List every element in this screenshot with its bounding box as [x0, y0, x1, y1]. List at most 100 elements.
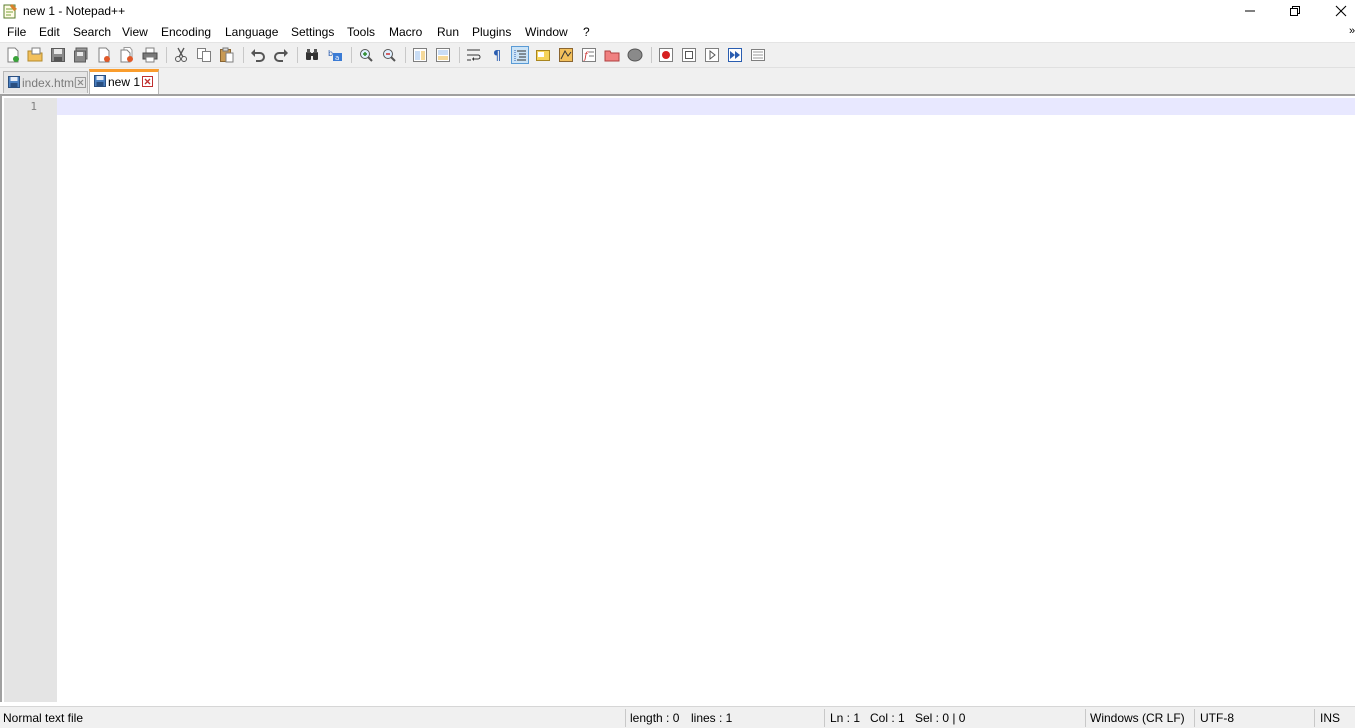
open-file-icon — [27, 47, 43, 62]
run-macro-multiple-button[interactable] — [726, 46, 744, 64]
tab-close-icon[interactable] — [75, 77, 86, 88]
save-icon — [51, 48, 65, 62]
open-file-button[interactable] — [26, 46, 44, 64]
undo-button[interactable] — [249, 46, 267, 64]
menu-search[interactable]: Search — [73, 25, 111, 39]
line-number-gutter: 1 — [4, 98, 57, 702]
status-file-type: Normal text file — [3, 711, 84, 725]
word-wrap-icon — [467, 49, 481, 61]
status-line: Ln : 1 — [830, 711, 861, 725]
folder-workspace-button[interactable] — [603, 46, 621, 64]
close-file-button[interactable] — [95, 46, 113, 64]
tab-label: index.html — [22, 76, 77, 90]
indent-guide-button[interactable] — [511, 46, 529, 64]
play-macro-button[interactable] — [703, 46, 721, 64]
status-divider — [1085, 709, 1086, 727]
minimize-button[interactable] — [1227, 0, 1273, 22]
toolbar-separator — [459, 47, 460, 63]
toolbar-separator — [351, 47, 352, 63]
save-macro-button[interactable] — [749, 46, 767, 64]
menu-run[interactable]: Run — [437, 25, 459, 39]
toolbar: ba ¶ f — [0, 42, 1355, 68]
tab-close-icon[interactable] — [142, 76, 153, 87]
print-icon — [142, 47, 158, 63]
stop-record-icon — [682, 48, 696, 62]
sync-horizontal-button[interactable] — [434, 46, 452, 64]
menu-window[interactable]: Window — [525, 25, 568, 39]
new-file-icon — [7, 47, 19, 63]
function-list-button[interactable]: f — [580, 46, 598, 64]
find-button[interactable] — [303, 46, 321, 64]
replace-button[interactable]: ba — [326, 46, 344, 64]
menu-overflow-chevron[interactable]: » — [1349, 25, 1355, 37]
close-window-button[interactable] — [1318, 0, 1355, 22]
tab-new-1[interactable]: new 1 — [89, 69, 159, 94]
monitoring-button[interactable] — [626, 46, 644, 64]
status-insert-mode[interactable]: INS — [1320, 711, 1340, 725]
status-divider — [1194, 709, 1195, 727]
close-all-icon — [120, 47, 133, 63]
current-line-highlight[interactable] — [57, 98, 1355, 115]
undo-icon — [251, 49, 265, 62]
cut-button[interactable] — [172, 46, 190, 64]
notepad-plus-plus-app-icon — [3, 4, 17, 19]
title-bar: new 1 - Notepad++ — [0, 0, 1355, 22]
save-all-button[interactable] — [72, 46, 90, 64]
save-button[interactable] — [49, 46, 67, 64]
status-divider — [824, 709, 825, 727]
svg-text:a: a — [335, 54, 339, 62]
stop-record-button[interactable] — [680, 46, 698, 64]
save-macro-icon — [751, 49, 765, 61]
indent-guide-icon — [514, 50, 526, 62]
menu-tools[interactable]: Tools — [347, 25, 375, 39]
find-icon — [306, 49, 318, 60]
doc-map-button[interactable] — [557, 46, 575, 64]
print-button[interactable] — [141, 46, 159, 64]
status-selection: Sel : 0 | 0 — [915, 711, 966, 725]
close-all-button[interactable] — [118, 46, 136, 64]
menu-settings[interactable]: Settings — [291, 25, 334, 39]
text-editor[interactable]: 1 — [0, 94, 1355, 702]
toolbar-separator — [166, 47, 167, 63]
menu-macro[interactable]: Macro — [389, 25, 422, 39]
menu-file[interactable]: File — [7, 25, 26, 39]
copy-button[interactable] — [195, 46, 213, 64]
new-file-button[interactable] — [4, 46, 22, 64]
tab-index-html[interactable]: index.html — [3, 71, 88, 93]
record-macro-button[interactable] — [657, 46, 675, 64]
window-title: new 1 - Notepad++ — [23, 4, 126, 18]
zoom-out-button[interactable] — [380, 46, 398, 64]
menu-language[interactable]: Language — [225, 25, 278, 39]
status-length: length : 0 — [630, 711, 680, 725]
line-number: 1 — [30, 100, 37, 113]
toolbar-separator — [405, 47, 406, 63]
close-icon — [1335, 5, 1347, 17]
menu-view[interactable]: View — [122, 25, 148, 39]
sync-vertical-button[interactable] — [411, 46, 429, 64]
redo-icon — [274, 49, 288, 62]
function-list-icon: f — [582, 48, 596, 62]
word-wrap-button[interactable] — [465, 46, 483, 64]
redo-button[interactable] — [272, 46, 290, 64]
tab-label: new 1 — [108, 75, 141, 89]
show-all-chars-button[interactable]: ¶ — [488, 46, 506, 64]
restore-icon — [1290, 6, 1300, 16]
save-all-icon — [74, 47, 88, 63]
status-encoding[interactable]: UTF-8 — [1200, 711, 1234, 725]
svg-text:b: b — [328, 49, 333, 58]
menu-plugins[interactable]: Plugins — [472, 25, 511, 39]
paste-button[interactable] — [218, 46, 236, 64]
zoom-in-button[interactable] — [357, 46, 375, 64]
saved-file-icon — [94, 75, 106, 87]
udl-button[interactable] — [534, 46, 552, 64]
toolbar-separator — [651, 47, 652, 63]
restore-button[interactable] — [1272, 0, 1318, 22]
sync-vertical-icon — [413, 48, 427, 62]
menu-edit[interactable]: Edit — [39, 25, 60, 39]
menu-encoding[interactable]: Encoding — [161, 25, 211, 39]
close-icon — [98, 47, 110, 63]
menu-help[interactable]: ? — [583, 25, 590, 39]
svg-text:¶: ¶ — [493, 49, 501, 63]
monitoring-icon — [627, 48, 643, 62]
status-eol[interactable]: Windows (CR LF) — [1090, 711, 1185, 725]
